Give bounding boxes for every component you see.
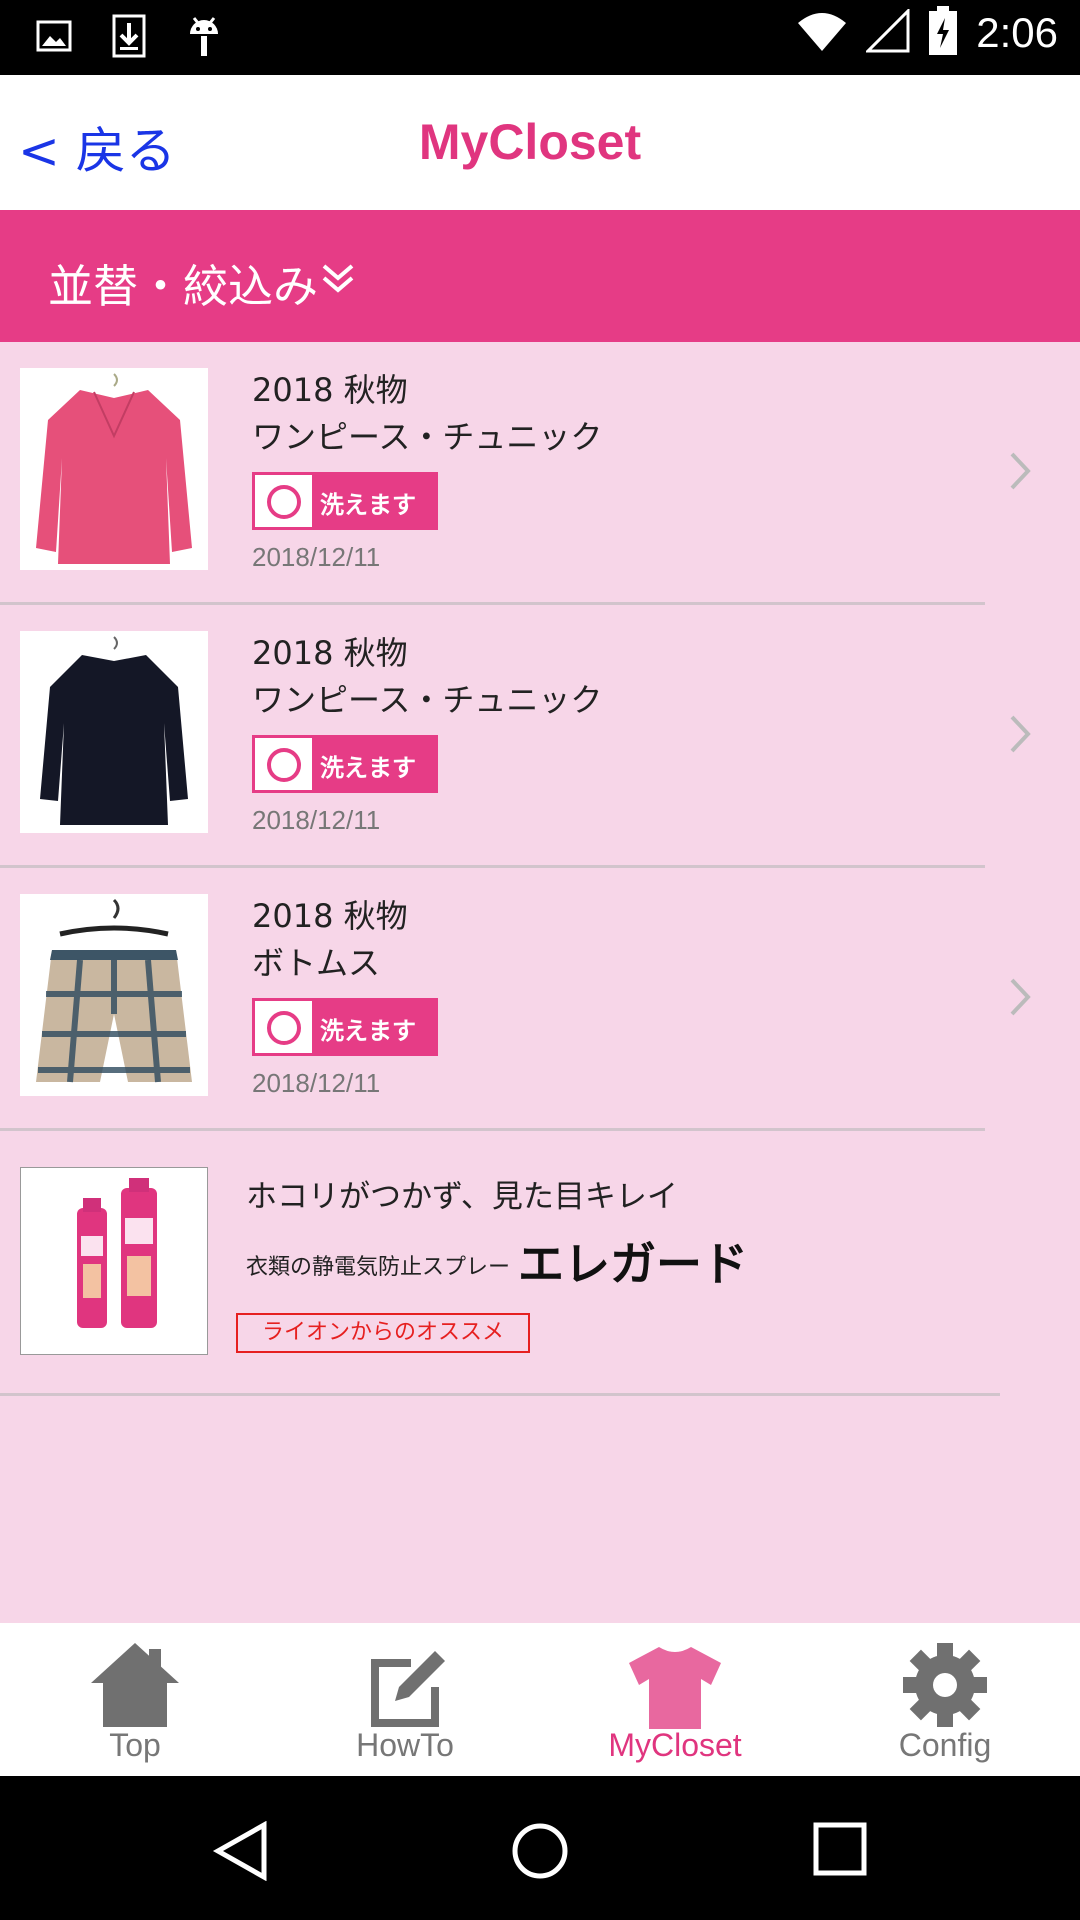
item-category: ワンピース・チュニック — [252, 418, 603, 456]
tab-mycloset[interactable]: MyCloset — [540, 1623, 810, 1776]
ad-product-image — [20, 1167, 208, 1355]
list-item[interactable]: 2018 秋物 ワンピース・チュニック 洗えます 2018/12/11 — [0, 342, 1080, 605]
download-icon — [112, 14, 146, 62]
tab-label: MyCloset — [608, 1727, 742, 1763]
list-item[interactable]: 2018 秋物 ボトムス 洗えます 2018/12/11 — [0, 868, 1080, 1131]
sort-filter-bar[interactable]: 並替・絞込み — [0, 210, 1080, 342]
tab-label: Top — [109, 1727, 161, 1763]
android-icon — [186, 14, 222, 62]
tab-top[interactable]: Top — [0, 1623, 270, 1776]
washable-badge: 洗えます — [252, 472, 438, 530]
tab-label: Config — [898, 1727, 992, 1763]
item-category: ワンピース・チュニック — [252, 681, 603, 719]
page-title: MyCloset — [418, 114, 642, 170]
divider — [0, 1393, 1000, 1396]
double-chevron-down-icon — [320, 262, 356, 298]
tab-howto[interactable]: HowTo — [270, 1623, 540, 1776]
wifi-icon — [796, 9, 848, 57]
item-thumbnail — [20, 894, 208, 1096]
home-nav-icon[interactable] — [510, 1821, 570, 1885]
status-bar: 2:06 — [0, 0, 1080, 75]
item-season: 2018 秋物 — [252, 371, 408, 409]
item-thumbnail — [20, 368, 208, 570]
app-header: < 戻る MyCloset — [0, 75, 1080, 210]
sort-filter-label: 並替・絞込み — [48, 260, 319, 313]
circle-icon — [267, 1011, 301, 1045]
list-item[interactable]: 2018 秋物 ワンピース・チュニック 洗えます 2018/12/11 — [0, 605, 1080, 868]
circle-icon — [267, 748, 301, 782]
washable-badge: 洗えます — [252, 998, 438, 1056]
item-season: 2018 秋物 — [252, 897, 408, 935]
clock: 2:06 — [976, 9, 1058, 56]
tab-config[interactable]: Config — [810, 1623, 1080, 1776]
tab-label: HowTo — [356, 1727, 454, 1763]
chevron-right-icon — [1008, 450, 1034, 496]
signal-icon — [864, 7, 910, 57]
washable-label: 洗えます — [320, 1017, 416, 1045]
chevron-right-icon — [1008, 713, 1034, 759]
item-date: 2018/12/11 — [252, 1068, 381, 1098]
closet-list: 2018 秋物 ワンピース・チュニック 洗えます 2018/12/11 2018… — [0, 342, 1080, 1396]
item-thumbnail — [20, 631, 208, 833]
item-season: 2018 秋物 — [252, 634, 408, 672]
ad-recommend-badge: ライオンからのオススメ — [236, 1313, 530, 1353]
ad-catchphrase: ホコリがつかず、見た目キレイ — [246, 1179, 678, 1215]
item-date: 2018/12/11 — [252, 805, 381, 835]
washable-label: 洗えます — [320, 491, 416, 519]
washable-badge: 洗えます — [252, 735, 438, 793]
image-icon — [36, 20, 72, 56]
chevron-right-icon — [1008, 976, 1034, 1022]
recents-nav-icon[interactable] — [812, 1821, 868, 1881]
ad-product-name: エレガード — [518, 1237, 748, 1291]
item-date: 2018/12/11 — [252, 542, 381, 572]
bottom-tab-bar: Top HowTo MyCloset Config — [0, 1623, 1080, 1776]
back-nav-icon[interactable] — [212, 1820, 272, 1885]
system-nav-bar — [0, 1776, 1080, 1920]
circle-icon — [267, 485, 301, 519]
washable-label: 洗えます — [320, 754, 416, 782]
battery-icon — [928, 6, 958, 60]
ad-banner[interactable]: ホコリがつかず、見た目キレイ 衣類の静電気防止スプレー エレガード ライオンから… — [0, 1131, 1080, 1396]
item-category: ボトムス — [252, 944, 381, 982]
ad-subtitle: 衣類の静電気防止スプレー — [246, 1255, 511, 1280]
